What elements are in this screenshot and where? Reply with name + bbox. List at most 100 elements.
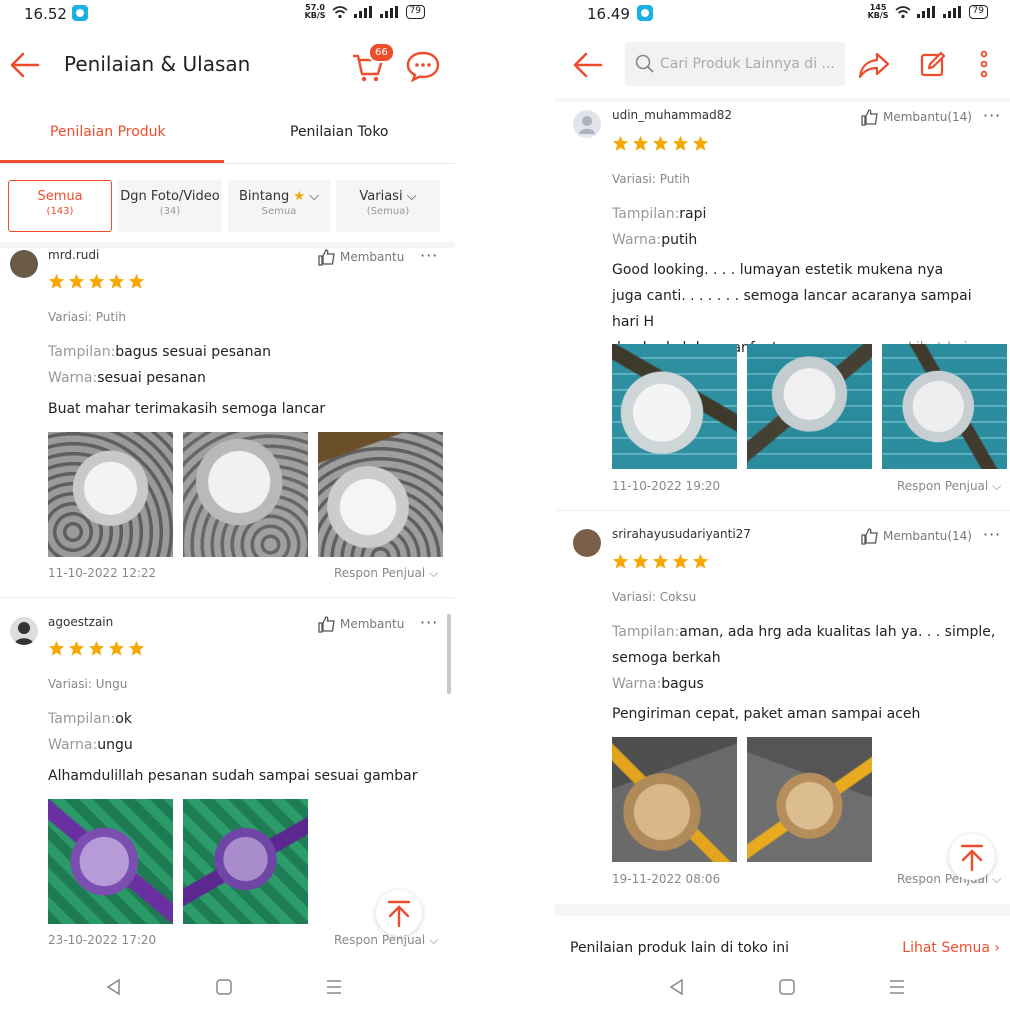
filter-photo-video[interactable]: Dgn Foto/Video (34) — [118, 180, 222, 232]
nav-menu-icon[interactable] — [888, 978, 906, 996]
avatar — [10, 617, 38, 645]
signal-icon-2 — [942, 6, 961, 18]
star-icon — [108, 640, 125, 656]
scroll-to-top-button[interactable] — [949, 834, 995, 880]
review-photo[interactable] — [747, 737, 872, 862]
review-photos[interactable] — [48, 799, 308, 924]
review-text: Buat mahar terimakasih semoga lancar — [48, 401, 326, 417]
star-icon — [48, 273, 65, 289]
review-photo[interactable] — [318, 432, 443, 557]
star-icon — [692, 135, 709, 151]
star-icon — [612, 553, 629, 569]
chevron-down-icon: ⌵ — [429, 566, 439, 580]
more-vertical-icon[interactable] — [979, 50, 989, 78]
variant-label: Variasi: Putih — [612, 172, 690, 186]
other-reviews-label: Penilaian produk lain di toko ini — [570, 940, 790, 956]
signal-icon — [353, 6, 372, 18]
variant-label: Variasi: Ungu — [48, 677, 128, 691]
back-arrow-icon[interactable] — [571, 50, 603, 80]
header: Penilaian & Ulasan 66 — [0, 36, 455, 94]
chevron-down-icon: ⌵ — [429, 933, 439, 947]
filter-all[interactable]: Semua (143) — [8, 180, 112, 232]
star-icon — [652, 135, 669, 151]
tab-product-reviews[interactable]: Penilaian Produk — [50, 124, 166, 140]
search-icon — [635, 54, 654, 73]
review-photo[interactable] — [882, 344, 1007, 469]
nav-menu-icon[interactable] — [325, 978, 343, 996]
variant-label: Variasi: Putih — [48, 310, 126, 324]
battery-indicator: 79 — [405, 5, 425, 19]
review-photo[interactable] — [612, 344, 737, 469]
wifi-icon — [895, 5, 911, 18]
review-date: 23-10-2022 17:20 — [48, 933, 157, 947]
rating-stars — [612, 135, 709, 152]
divider — [0, 597, 455, 598]
more-options-icon[interactable]: ··· — [983, 525, 1001, 544]
more-options-icon[interactable]: ··· — [420, 613, 438, 632]
star-icon — [652, 553, 669, 569]
review-photo[interactable] — [48, 799, 173, 924]
nav-back-icon[interactable] — [105, 978, 123, 996]
share-icon[interactable] — [858, 50, 890, 80]
signal-icon-2 — [379, 6, 398, 18]
review-photos — [612, 737, 872, 862]
seller-response-toggle[interactable]: Respon Penjual ⌵ — [334, 566, 438, 581]
nav-home-icon[interactable] — [778, 978, 796, 996]
helpful-button[interactable]: Membantu — [318, 248, 404, 266]
filter-bar: Semua (143) Dgn Foto/Video (34) Bintang ★ … — [8, 180, 447, 232]
variant-label: Variasi: Coksu — [612, 590, 697, 604]
review-date: 11-10-2022 19:20 — [612, 479, 721, 493]
star-icon — [68, 273, 85, 289]
scrollbar[interactable] — [447, 614, 451, 694]
section-separator — [555, 904, 1010, 916]
see-all-link[interactable]: Lihat Semua › — [902, 940, 1000, 956]
attribute-appearance: Tampilan:rapi — [612, 206, 707, 222]
more-options-icon[interactable]: ··· — [420, 246, 438, 265]
review-photos — [48, 432, 443, 557]
rating-stars — [612, 553, 709, 570]
nav-home-icon[interactable] — [215, 978, 233, 996]
star-icon — [128, 273, 145, 289]
battery-indicator: 79 — [968, 5, 988, 19]
chevron-down-icon: ⌵ — [992, 479, 1002, 493]
review-photo[interactable] — [48, 432, 173, 557]
more-options-icon[interactable]: ··· — [983, 106, 1001, 125]
page-title: Penilaian & Ulasan — [64, 52, 251, 76]
review-text: Alhamdulillah pesanan sudah sampai sesua… — [48, 768, 418, 784]
filter-rating[interactable]: Bintang ★ ⌵ Semua — [228, 180, 330, 232]
write-review-icon[interactable] — [919, 50, 947, 78]
star-icon — [672, 135, 689, 151]
nav-back-icon[interactable] — [668, 978, 686, 996]
network-speed: 145 KB/S — [867, 3, 889, 20]
attribute-appearance: Tampilan:bagus sesuai pesanan — [48, 344, 271, 360]
chat-icon[interactable] — [405, 50, 441, 82]
reviewer-name: udin_muhammad82 — [612, 108, 733, 122]
star-icon — [692, 553, 709, 569]
star-icon — [108, 273, 125, 289]
seller-response-toggle[interactable]: Respon Penjual ⌵ — [897, 479, 1001, 494]
scroll-to-top-button[interactable] — [376, 890, 422, 936]
filter-variant[interactable]: Variasi ⌵ (Semua) — [336, 180, 440, 232]
tab-shop-reviews[interactable]: Penilaian Toko — [290, 124, 389, 140]
review-photo[interactable] — [747, 344, 872, 469]
helpful-button[interactable]: Membantu — [318, 615, 404, 633]
review-photo[interactable] — [183, 432, 308, 557]
chevron-right-icon: › — [994, 940, 1000, 956]
chevron-down-icon: ⌵ — [406, 189, 417, 204]
thumbs-up-icon — [861, 109, 878, 126]
star-icon — [48, 640, 65, 656]
system-nav-bar — [555, 970, 1010, 1010]
network-speed: 57.0 KB/S — [304, 3, 326, 20]
review-photo[interactable] — [612, 737, 737, 862]
thumbs-up-icon — [318, 616, 335, 633]
attribute-appearance-cont: semoga berkah — [612, 650, 721, 666]
header-shadow — [555, 98, 1010, 102]
review-text: Pengiriman cepat, paket aman sampai aceh — [612, 706, 921, 722]
thumbs-up-icon — [861, 528, 878, 545]
search-input[interactable]: Cari Produk Lainnya di ... — [625, 42, 845, 86]
back-arrow-icon[interactable] — [8, 50, 40, 80]
review-photo[interactable] — [183, 799, 308, 924]
helpful-button[interactable]: Membantu(14) — [861, 527, 972, 545]
helpful-button[interactable]: Membantu(14) — [861, 108, 972, 126]
review-tabs: Penilaian Produk Penilaian Toko — [0, 108, 455, 164]
